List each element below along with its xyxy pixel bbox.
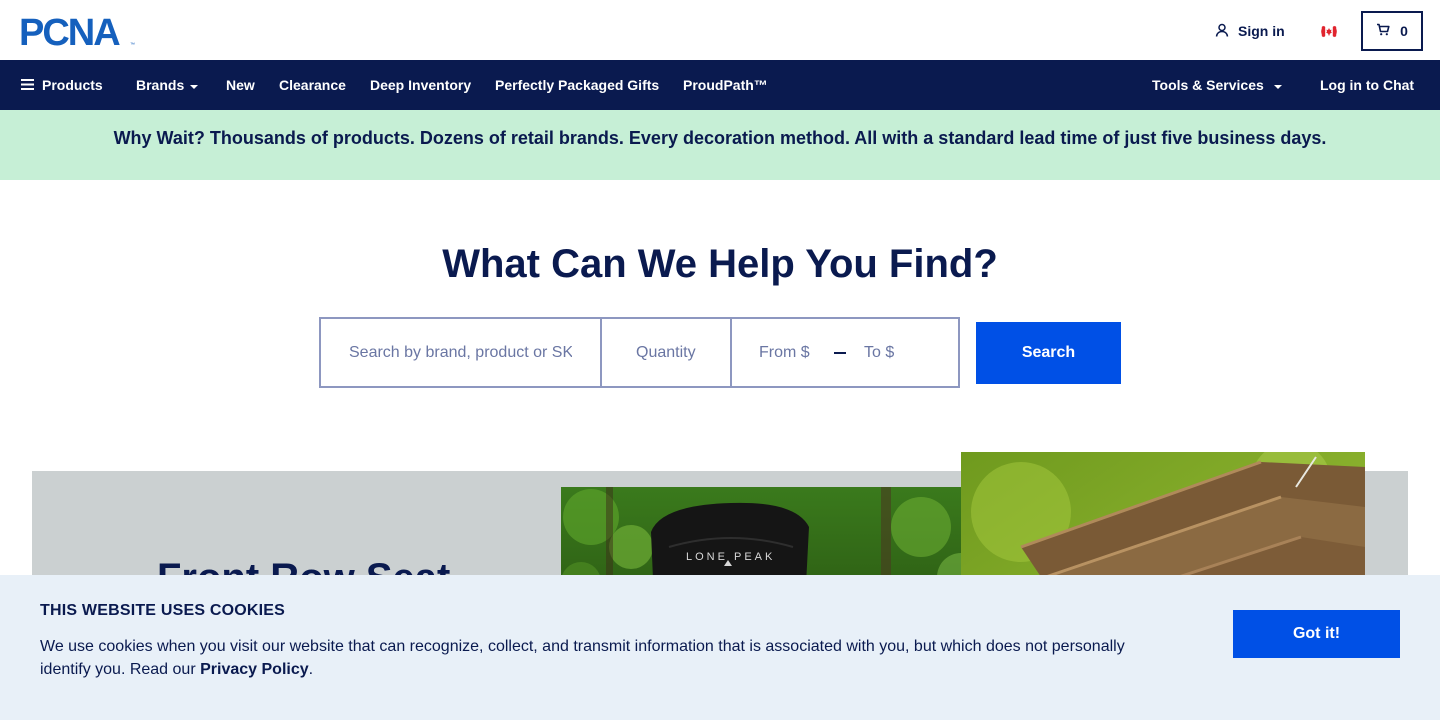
price-to-input[interactable] bbox=[858, 343, 958, 362]
range-dash bbox=[834, 351, 846, 354]
nav-tools-services[interactable]: Tools & Services bbox=[1152, 60, 1282, 110]
cookie-period: . bbox=[308, 661, 314, 678]
nav-new-label: New bbox=[226, 77, 255, 93]
quantity-input[interactable] bbox=[602, 319, 732, 386]
nav-gifts-label: Perfectly Packaged Gifts bbox=[495, 77, 660, 93]
nav-chat-label: Log in to Chat bbox=[1320, 77, 1415, 93]
chevron-down-icon bbox=[190, 84, 199, 89]
nav-proudpath[interactable]: ProudPath™ bbox=[683, 60, 768, 110]
search-button[interactable]: Search bbox=[976, 322, 1121, 384]
price-range bbox=[732, 319, 958, 386]
chevron-down-icon bbox=[1273, 84, 1282, 89]
trademark-mark: ™ bbox=[130, 42, 135, 48]
main-nav: Products Brands New Clearance Deep Inven… bbox=[0, 60, 1440, 110]
search-headline: What Can We Help You Find? bbox=[442, 242, 998, 286]
search-form bbox=[319, 317, 960, 388]
price-from-input[interactable] bbox=[732, 343, 832, 362]
nav-gifts[interactable]: Perfectly Packaged Gifts bbox=[495, 60, 659, 110]
nav-clearance[interactable]: Clearance bbox=[279, 60, 346, 110]
nav-products[interactable]: Products bbox=[21, 60, 103, 110]
search-input[interactable] bbox=[321, 319, 602, 386]
hamburger-icon bbox=[21, 77, 34, 93]
promo-text: Why Wait? Thousands of products. Dozens … bbox=[113, 128, 1327, 148]
nav-chat[interactable]: Log in to Chat bbox=[1320, 60, 1414, 110]
nav-brands-label: Brands bbox=[136, 77, 185, 93]
nav-products-label: Products bbox=[42, 77, 103, 93]
nav-brands[interactable]: Brands bbox=[136, 60, 199, 110]
nav-new[interactable]: New bbox=[226, 60, 255, 110]
cookie-message: We use cookies when you visit our websit… bbox=[40, 635, 1150, 681]
pcna-logo[interactable]: PCNA ™ bbox=[19, 12, 137, 54]
user-icon bbox=[1215, 23, 1229, 40]
cart-icon bbox=[1376, 23, 1390, 39]
privacy-policy-link[interactable]: Privacy Policy bbox=[200, 661, 309, 678]
nav-deep-inventory[interactable]: Deep Inventory bbox=[370, 60, 471, 110]
nav-clearance-label: Clearance bbox=[279, 77, 346, 93]
top-header: PCNA ™ Sign in 0 bbox=[0, 0, 1440, 60]
lone-peak-logo: LONE PEAK bbox=[686, 551, 775, 563]
cookie-banner: THIS WEBSITE USES COOKIES We use cookies… bbox=[0, 575, 1440, 720]
sign-in-label: Sign in bbox=[1238, 23, 1285, 39]
sign-in-link[interactable]: Sign in bbox=[1215, 22, 1285, 40]
cart-button[interactable]: 0 bbox=[1361, 11, 1423, 51]
nav-tools-label: Tools & Services bbox=[1152, 77, 1264, 93]
promo-banner: Why Wait? Thousands of products. Dozens … bbox=[0, 110, 1440, 180]
canada-flag-icon[interactable] bbox=[1321, 24, 1337, 39]
cart-count: 0 bbox=[1400, 23, 1408, 39]
accept-cookies-button[interactable]: Got it! bbox=[1233, 610, 1400, 658]
nav-deep-inventory-label: Deep Inventory bbox=[370, 77, 472, 93]
nav-proudpath-label: ProudPath™ bbox=[683, 77, 768, 93]
cookie-title: THIS WEBSITE USES COOKIES bbox=[40, 602, 286, 619]
logo-text: PCNA bbox=[19, 14, 120, 48]
